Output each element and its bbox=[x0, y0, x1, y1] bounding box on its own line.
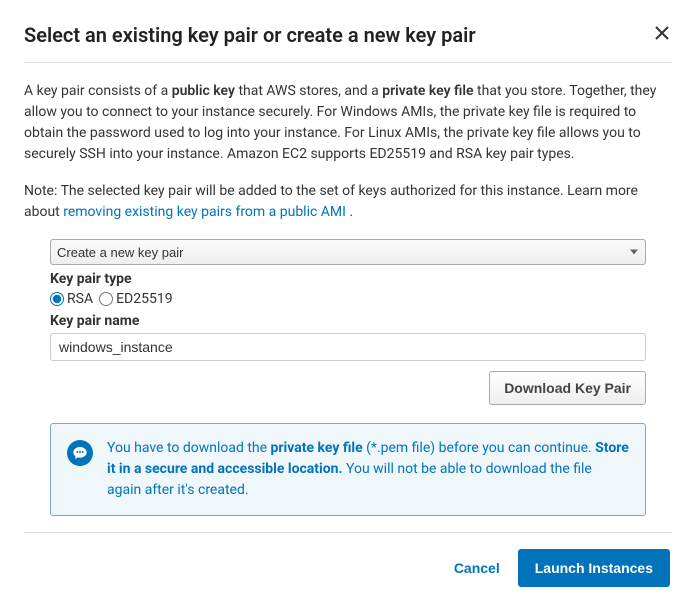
close-icon[interactable] bbox=[652, 22, 672, 46]
radio-rsa[interactable]: RSA bbox=[50, 291, 93, 307]
footer-divider bbox=[24, 532, 672, 533]
launch-instances-button[interactable]: Launch Instances bbox=[518, 549, 670, 587]
header-divider bbox=[24, 62, 672, 63]
key-pair-name-label: Key pair name bbox=[50, 313, 646, 329]
radio-ed25519-input[interactable] bbox=[99, 292, 113, 306]
note-text: Note: The selected key pair will be adde… bbox=[24, 181, 672, 223]
dialog-footer: Cancel Launch Instances bbox=[24, 549, 672, 589]
radio-rsa-input[interactable] bbox=[50, 292, 64, 306]
chat-icon bbox=[67, 440, 93, 466]
key-pair-mode-select-wrap: Create a new key pair bbox=[50, 239, 646, 265]
key-pair-dialog: Select an existing key pair or create a … bbox=[0, 0, 696, 609]
key-pair-mode-select[interactable]: Create a new key pair bbox=[50, 239, 646, 265]
info-box: You have to download the private key fil… bbox=[50, 423, 646, 516]
download-key-pair-button[interactable]: Download Key Pair bbox=[489, 371, 646, 405]
radio-ed25519[interactable]: ED25519 bbox=[99, 291, 173, 307]
info-text: You have to download the private key fil… bbox=[107, 438, 629, 501]
dialog-title: Select an existing key pair or create a … bbox=[24, 22, 476, 48]
key-pair-form: Create a new key pair Key pair type RSA … bbox=[50, 239, 646, 405]
cancel-button[interactable]: Cancel bbox=[454, 560, 500, 576]
radio-ed25519-label: ED25519 bbox=[116, 291, 173, 307]
remove-key-pairs-link[interactable]: removing existing key pairs from a publi… bbox=[63, 204, 346, 220]
dialog-header: Select an existing key pair or create a … bbox=[24, 22, 672, 48]
key-pair-type-radios: RSA ED25519 bbox=[50, 291, 646, 307]
key-pair-name-input[interactable] bbox=[50, 333, 646, 361]
radio-rsa-label: RSA bbox=[67, 291, 93, 307]
key-pair-type-label: Key pair type bbox=[50, 271, 646, 287]
intro-text: A key pair consists of a public key that… bbox=[24, 81, 672, 165]
